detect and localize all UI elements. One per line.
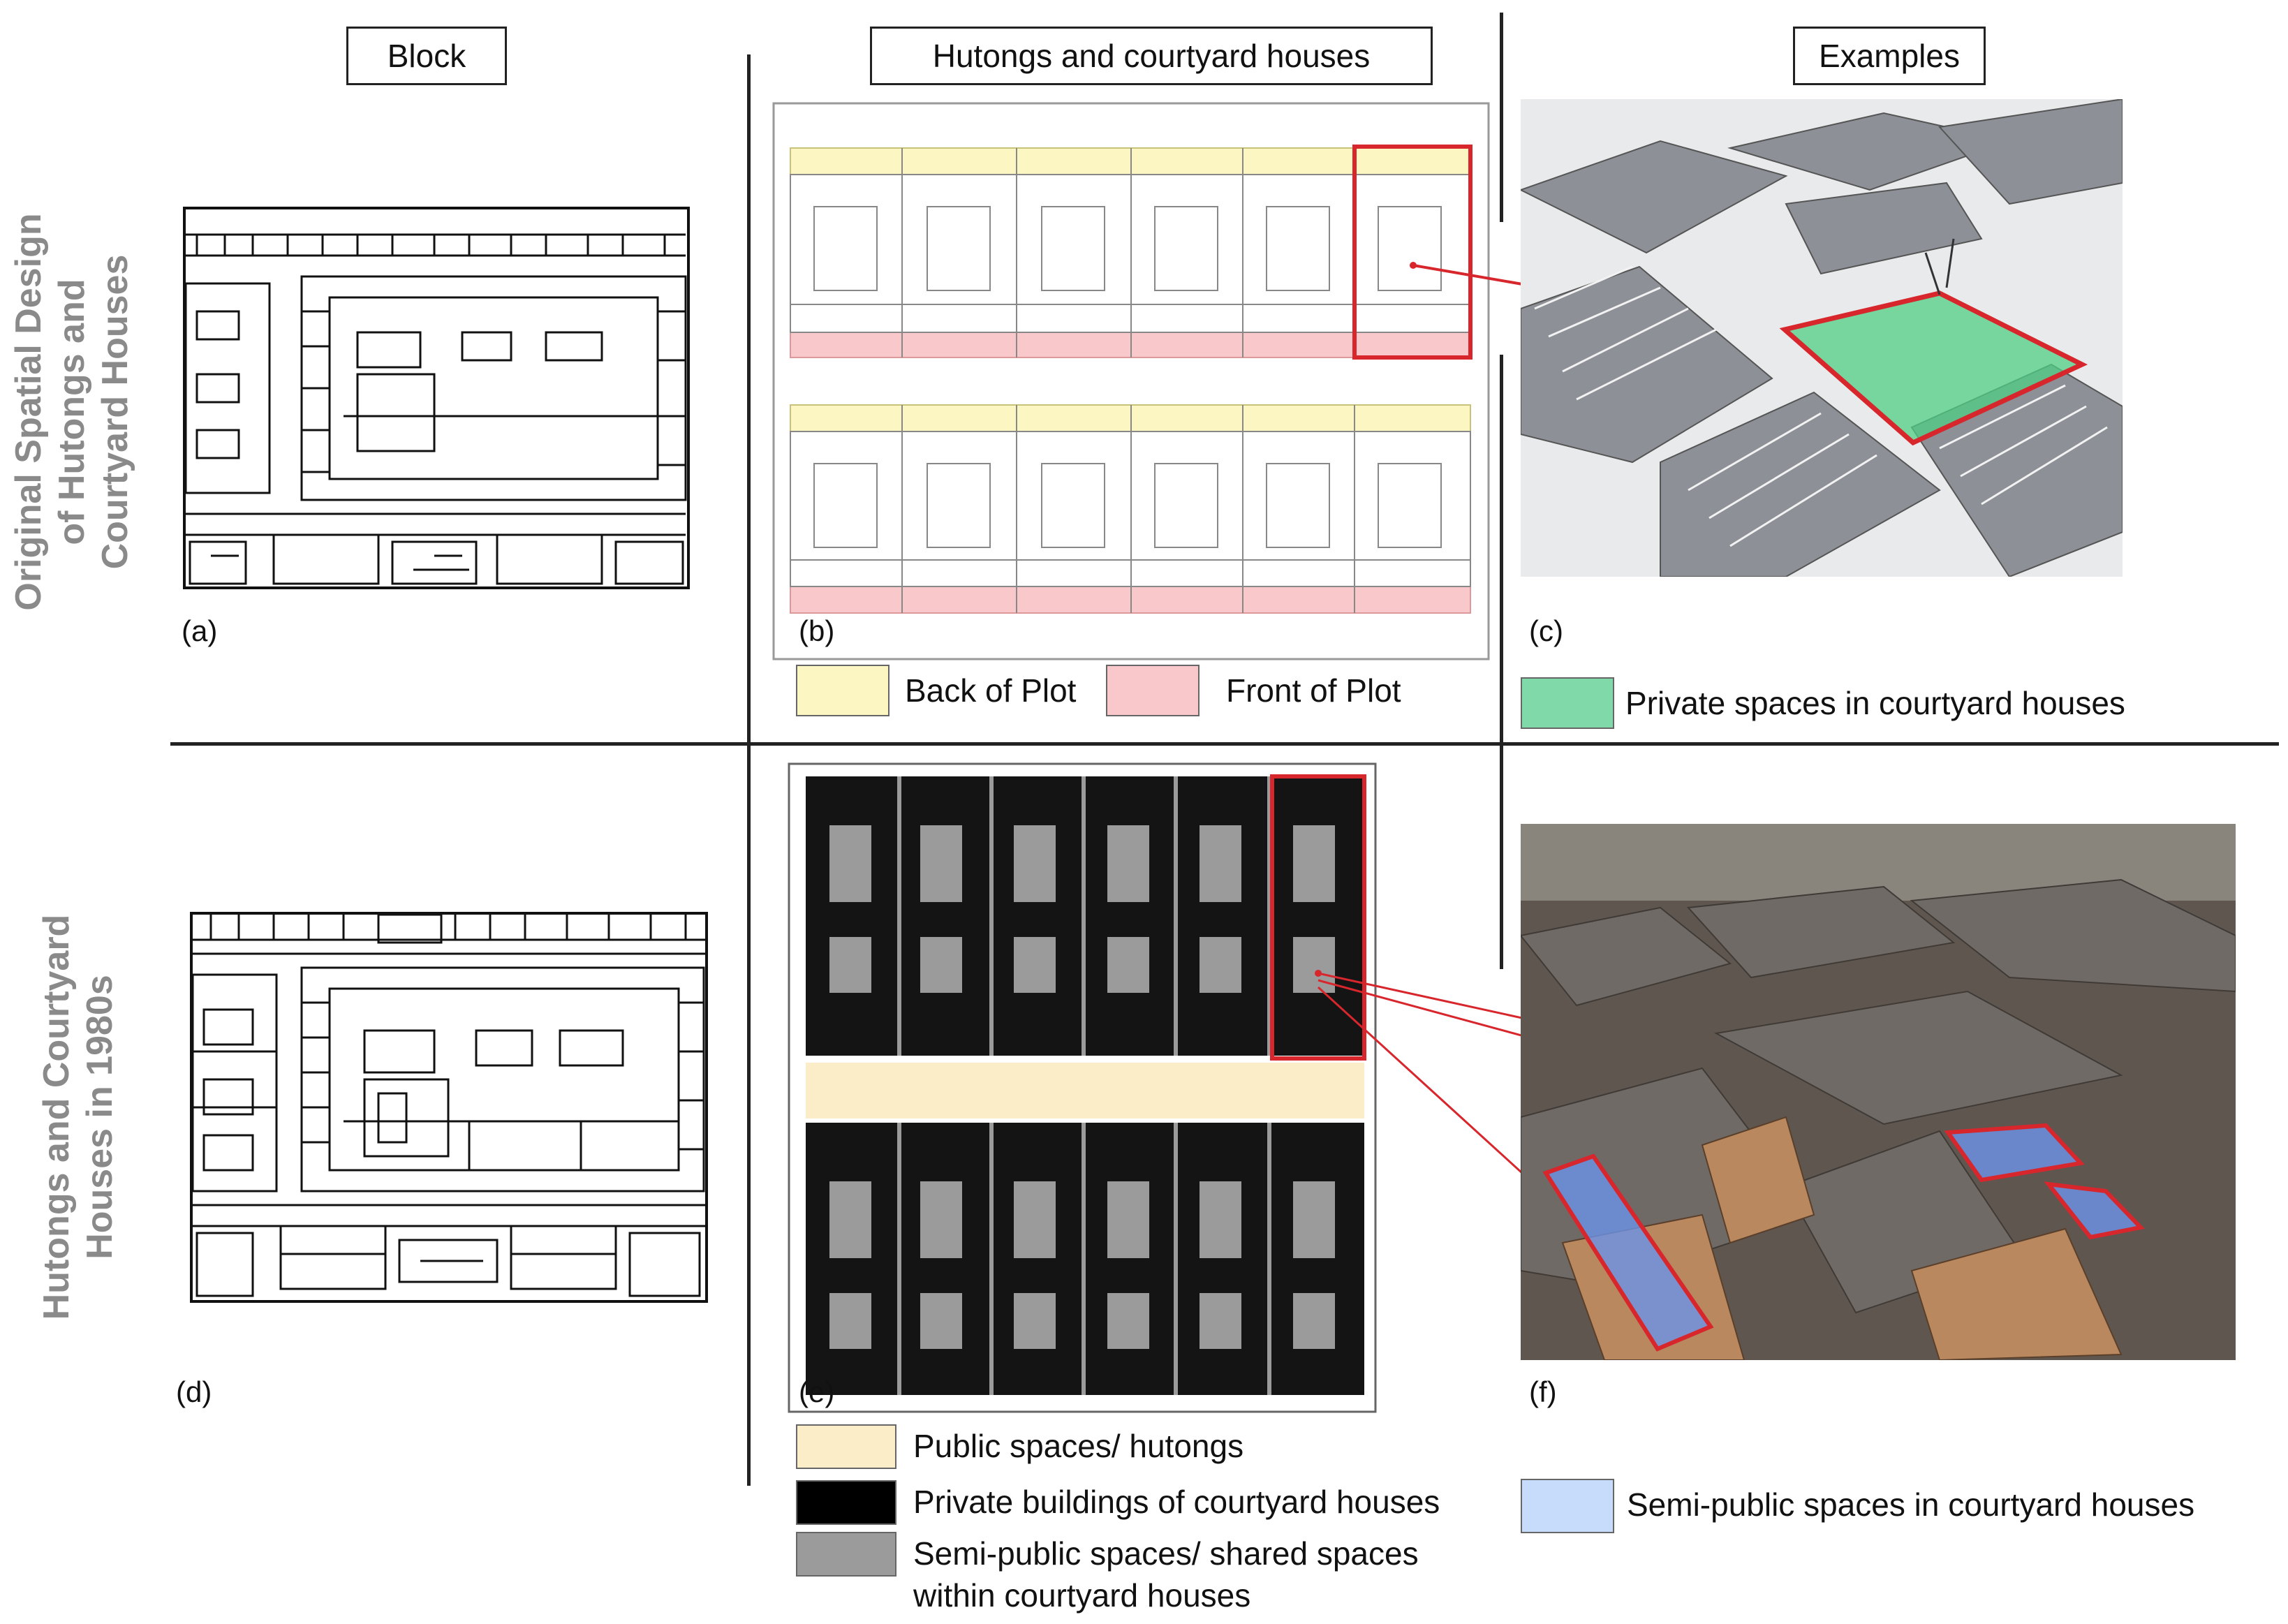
divider-horizontal: [170, 742, 2279, 746]
legend-swatch-front-of-plot: [1106, 665, 1200, 716]
courtyard-photo-original: [1521, 99, 2123, 577]
divider-vertical-left: [747, 54, 751, 1486]
legend-text-semi-public-spaces: Semi-public spaces in courtyard houses: [1627, 1486, 2195, 1523]
hutong-plots-diagram: [772, 102, 1490, 660]
panel-label-a: (a): [182, 614, 218, 647]
courtyard-photo-1980s: [1521, 824, 2236, 1360]
row-label-bottom-line1: Hutongs and Courtyard: [36, 914, 77, 1320]
block-plan-original: [183, 207, 690, 589]
row-label-top-line2: of Hutongs and: [52, 279, 92, 545]
examples-header-text: Examples: [1819, 38, 1960, 74]
block-header: Block: [346, 27, 507, 85]
block-plan-1980s: [190, 912, 708, 1303]
legend-text-back-of-plot: Back of Plot: [905, 672, 1077, 709]
panel-label-e: (e): [799, 1375, 835, 1408]
legend-text-private-buildings: Private buildings of courtyard houses: [913, 1484, 1440, 1520]
legend-text-public-spaces: Public spaces/ hutongs: [913, 1428, 1244, 1464]
legend-swatch-back-of-plot: [796, 665, 890, 716]
legend-swatch-public-spaces: [796, 1424, 896, 1469]
legend-swatch-semi-public-spaces: [1521, 1479, 1614, 1533]
hutongs-header-text: Hutongs and courtyard houses: [932, 38, 1371, 74]
legend-swatch-private-spaces: [1521, 677, 1614, 729]
panel-label-c: (c): [1529, 614, 1563, 647]
divider-vertical-right-mid: [1500, 355, 1503, 969]
row-label-top-line3: Courtyard Houses: [95, 254, 135, 570]
legend-swatch-semi-public-shared: [796, 1532, 896, 1577]
hutong-figure-ground-1980s: [788, 762, 1377, 1413]
panel-label-b: (b): [799, 614, 835, 647]
legend-swatch-private-buildings: [796, 1480, 896, 1525]
examples-header: Examples: [1793, 27, 1986, 85]
panel-label-d: (d): [176, 1375, 212, 1408]
legend-text-semi-public-shared-line2: within courtyard houses: [913, 1577, 1251, 1614]
block-header-text: Block: [387, 38, 466, 74]
row-label-top-line1: Original Spatial Design: [8, 213, 49, 611]
panel-label-f: (f): [1529, 1375, 1557, 1408]
legend-text-front-of-plot: Front of Plot: [1226, 672, 1401, 709]
legend-text-semi-public-shared-line1: Semi-public spaces/ shared spaces: [913, 1535, 1419, 1572]
row-label-bottom: Hutongs and Courtyard Houses in 1980s: [35, 852, 133, 1382]
row-label-bottom-line2: Houses in 1980s: [80, 975, 120, 1260]
row-label-top: Original Spatial Design of Hutongs and C…: [7, 133, 147, 691]
divider-vertical-right-top: [1500, 13, 1503, 222]
legend-text-private-spaces: Private spaces in courtyard houses: [1625, 685, 2125, 721]
hutongs-header: Hutongs and courtyard houses: [870, 27, 1433, 85]
